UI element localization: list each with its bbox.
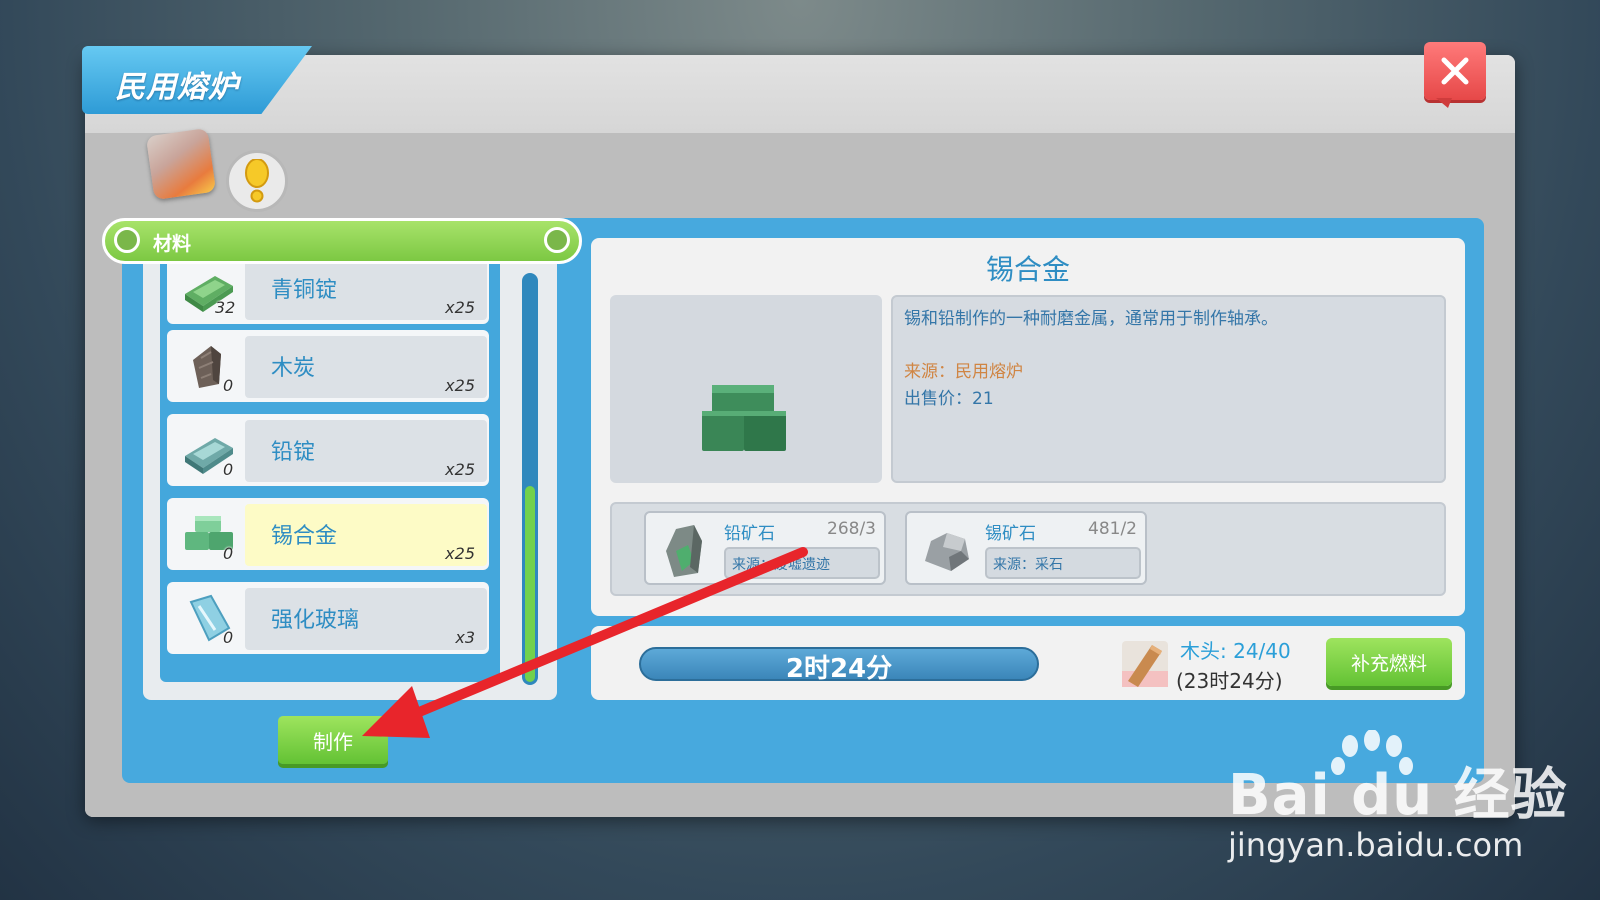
watermark-logo: Bai du 经验: [1228, 763, 1568, 828]
watermark-url: jingyan.baidu.com: [1228, 826, 1524, 864]
